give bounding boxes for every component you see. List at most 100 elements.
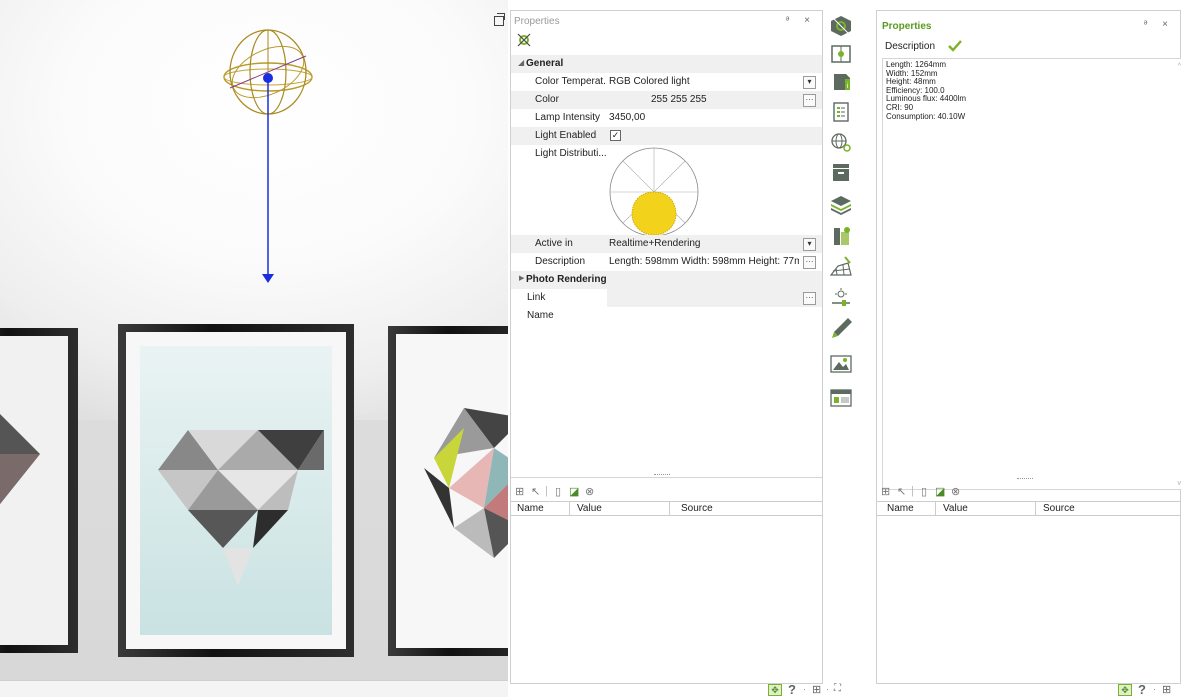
panel-title: Properties [882,21,932,32]
layers-icon[interactable] [828,192,854,216]
picture-frame-left [0,328,78,653]
help-icon[interactable]: ? [788,682,796,697]
label-color: Color [535,94,559,105]
landscape-image-icon[interactable] [828,352,854,376]
catalog-book-icon[interactable] [828,42,854,66]
label-name: Name [527,310,554,321]
cursor-icon[interactable]: ↖ [531,485,540,498]
row-lamp-intensity[interactable]: Lamp Intensity 3450,00 [511,109,822,127]
copy-attribute-icon[interactable]: ◪ [935,485,945,498]
panel-title: Properties [514,16,560,27]
ellipsis-button[interactable]: ··· [803,94,816,107]
description-value[interactable]: Length: 598mm Width: 598mm Height: 77m..… [609,256,799,267]
restore-window-icon[interactable] [494,13,505,26]
dropdown-arrow-icon[interactable]: ▾ [803,238,816,251]
polygon-art-left [0,414,40,504]
polygon-art-right [424,408,508,558]
material-paint-icon[interactable] [828,224,854,248]
ellipsis-button[interactable]: ··· [803,292,816,305]
description-line: Consumption: 40.10W [886,111,966,121]
object-info-icon[interactable]: i [828,70,854,94]
floor-strip [0,680,508,697]
new-document-icon[interactable]: ▯ [921,485,927,498]
active-in-select[interactable]: Realtime+Rendering [609,238,700,249]
dropdown-arrow-icon[interactable]: ▾ [803,76,816,89]
toolbar-separator: | [545,485,548,497]
pin-close-buttons[interactable]: ᵊ × [786,15,816,26]
picture-frame-right [388,326,508,656]
copy-attribute-icon[interactable]: ◪ [569,485,579,498]
diamond-art [158,430,324,586]
section-photo-rendering[interactable]: ▶ Photo Rendering [511,271,822,289]
pin-close-buttons[interactable]: ᵊ × [1144,19,1174,30]
row-link[interactable]: Link ··· [511,289,822,307]
light-type-icon [517,33,531,47]
light-gizmo[interactable] [212,20,324,290]
cursor-icon[interactable]: ↖ [897,485,906,498]
color-value[interactable]: 255 255 255 [651,94,707,105]
light-slider-icon[interactable] [828,288,854,312]
add-attribute-icon[interactable]: ⊞ [881,485,890,498]
help-icon[interactable]: ? [1138,682,1146,697]
window-layout-icon[interactable] [828,386,854,410]
column-name[interactable]: Name [517,503,544,514]
row-active-in[interactable]: Active in Realtime+Rendering ▾ [511,235,822,253]
picture-frame-center [118,324,354,657]
column-source[interactable]: Source [1043,503,1075,514]
grid-icon[interactable]: ⊞ [812,683,821,696]
row-light-enabled[interactable]: Light Enabled ✓ [511,127,822,145]
description-textbox[interactable]: Length: 1264mm Width: 152mm Height: 48mm… [882,58,1181,490]
column-value[interactable]: Value [943,503,968,514]
collapse-triangle-icon: ◢ [518,58,525,67]
light-distribution-diagram[interactable] [608,146,700,238]
archive-box-icon[interactable] [828,160,854,184]
dot-separator: · [826,684,829,694]
move-icon[interactable]: ✥ [768,684,782,696]
row-name[interactable]: Name [511,307,822,325]
section-general[interactable]: ◢ General [511,55,822,73]
checkmark-icon [948,40,962,52]
column-source[interactable]: Source [681,503,713,514]
dot-separator: · [1153,684,1156,694]
label-light-distribution: Light Distributi... [535,148,607,159]
section-general-label: General [526,58,564,69]
pen-tool-icon[interactable] [828,316,854,340]
add-attribute-icon[interactable]: ⊞ [515,485,524,498]
globe-search-icon[interactable] [828,130,854,154]
move-icon[interactable]: ✥ [1118,684,1132,696]
bottom-toolbar-right: ✥ ? · ⊞ [1118,682,1181,697]
toolbar-separator: | [911,485,914,497]
delete-attribute-icon[interactable]: ⊗ [951,485,960,498]
row-description[interactable]: Description Length: 598mm Width: 598mm H… [511,253,822,271]
label-active-in: Active in [535,238,573,249]
column-value[interactable]: Value [577,503,602,514]
3d-viewport[interactable] [0,0,508,697]
row-color[interactable]: Color 255 255 255 ··· [511,91,822,109]
dot-separator: · [803,684,806,694]
scroll-down-icon[interactable]: v [1178,480,1181,487]
ellipsis-button[interactable]: ··· [803,256,816,269]
expand-triangle-icon: ▶ [519,275,525,282]
section-photo-rendering-label: Photo Rendering [526,274,607,285]
new-document-icon[interactable]: ▯ [555,485,561,498]
splitter-grip[interactable] [1017,478,1033,479]
description-line: Luminous flux: 4400lm [886,94,967,104]
splitter[interactable] [511,477,822,478]
row-color-temperature[interactable]: Color Temperat... RGB Colored light ▾ [511,73,822,91]
tool-icon-rail: i [823,10,863,684]
light-enabled-checkbox[interactable]: ✓ [610,130,621,141]
label-light-enabled: Light Enabled [535,130,597,141]
label-lamp-intensity: Lamp Intensity [535,112,601,123]
grid-icon[interactable]: ⊞ [1162,683,1171,696]
delete-attribute-icon[interactable]: ⊗ [585,485,594,498]
fullscreen-icon[interactable]: ⛶ [834,683,841,694]
splitter-grip[interactable] [654,474,670,475]
properties-panel: Properties ᵊ × ◢ General Color Temperat.… [510,10,823,684]
object-settings-icon[interactable] [828,14,854,38]
lamp-intensity-value[interactable]: 3450,00 [609,112,645,123]
color-temperature-select[interactable]: RGB Colored light [609,76,690,87]
description-label: Description [885,41,936,52]
column-name[interactable]: Name [887,503,914,514]
terrain-grid-icon[interactable] [828,254,854,278]
list-view-icon[interactable] [828,100,854,124]
